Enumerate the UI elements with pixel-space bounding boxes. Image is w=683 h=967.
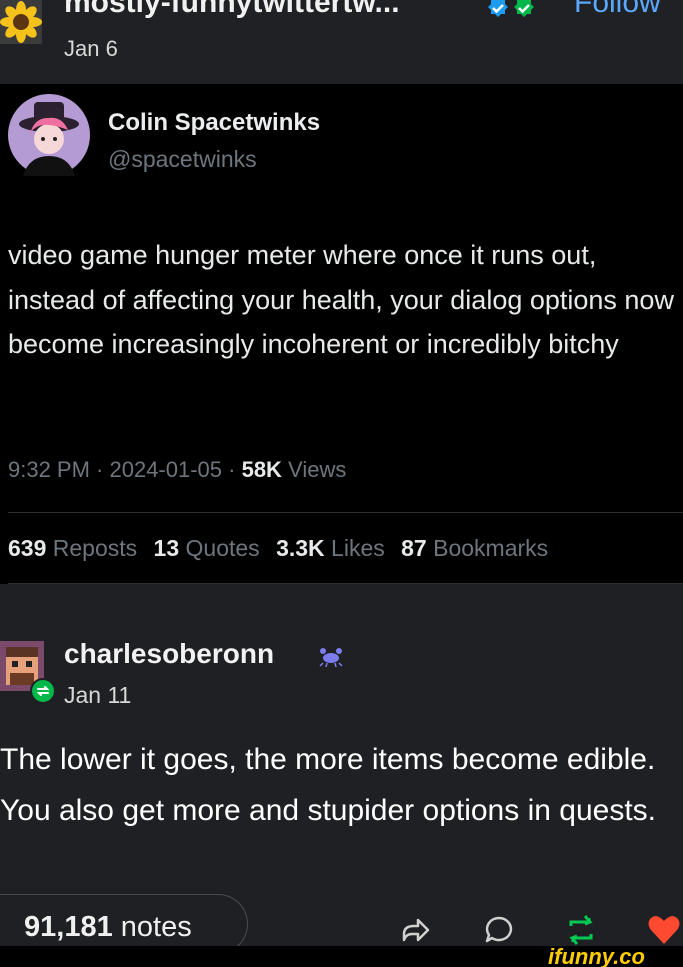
sunflower-avatar-icon[interactable]: [0, 0, 42, 44]
verified-badge-icon: [488, 0, 508, 17]
reblog-icon: [30, 678, 56, 704]
stat-count: 639: [8, 535, 47, 561]
divider: [8, 583, 683, 584]
tweet-timestamp: 9:32 PM · 2024-01-05 ·: [8, 457, 242, 482]
tweet-stats: 639 Reposts 13 Quotes 3.3K Likes 87 Book…: [8, 535, 558, 562]
stat-reposts: 639 Reposts: [8, 535, 137, 561]
post-date: Jan 6: [64, 36, 118, 61]
heart-icon[interactable]: [646, 912, 682, 948]
stat-count: 87: [401, 535, 427, 561]
divider: [8, 512, 683, 513]
tweet-views-count: 58K: [241, 457, 282, 482]
follow-button[interactable]: Follow: [574, 0, 661, 20]
verified-badges: [486, 0, 536, 20]
stat-label: Quotes: [185, 535, 260, 561]
notes-label: notes: [112, 911, 192, 943]
notes-count[interactable]: 91,181 notes: [24, 911, 192, 944]
stat-quotes: 13 Quotes: [154, 535, 260, 561]
verified-badge-icon: [514, 0, 534, 17]
stat-likes: 3.3K Likes: [276, 535, 385, 561]
reply-icon[interactable]: [481, 912, 517, 948]
stat-label: Bookmarks: [433, 535, 549, 561]
stat-count: 13: [153, 535, 180, 561]
crab-icon: [318, 643, 344, 669]
stat-label: Likes: [331, 535, 385, 561]
reblog-date: Jan 11: [64, 682, 132, 708]
tweet-handle: @spacetwinks: [108, 146, 257, 172]
tweet-display-name: Colin Spacetwinks: [108, 109, 321, 136]
reblogger-username[interactable]: charlesoberonn: [64, 638, 274, 670]
stat-bookmarks: 87 Bookmarks: [401, 535, 548, 561]
stat-label: Reposts: [52, 535, 138, 561]
share-icon[interactable]: [396, 912, 432, 948]
tweet-views-label: Views: [281, 457, 347, 482]
reblog-text: The lower it goes, the more items become…: [0, 743, 656, 827]
reblog-icon[interactable]: [563, 912, 599, 948]
tweet-text: video game hunger meter where once it ru…: [8, 240, 674, 359]
tweet-author-avatar: [8, 94, 90, 176]
watermark: ifunny.co: [548, 944, 645, 967]
tweet-meta: 9:32 PM · 2024-01-05 · 58K Views: [8, 457, 346, 483]
notes-number: 91,181: [24, 911, 113, 943]
post-author-name[interactable]: mostly-funnytwittertw...: [64, 0, 400, 20]
stat-count: 3.3K: [276, 535, 325, 561]
